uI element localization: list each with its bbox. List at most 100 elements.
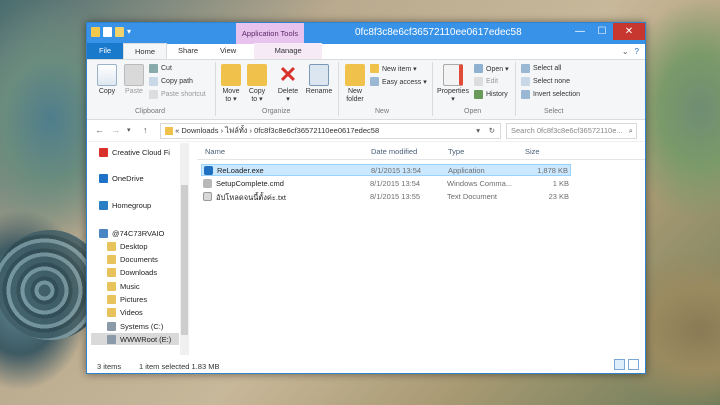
back-button[interactable]: ← [95,125,104,135]
column-header-date-modified[interactable]: Date modified [371,147,417,156]
file-row-text-document[interactable]: อัปโหลดจนนี้ตั้งค่ะ.txt 8/1/2015 13:55 T… [201,191,571,203]
help-icon[interactable]: ? [635,47,639,56]
nav-item-pictures[interactable]: Pictures [107,295,147,304]
properties-button[interactable]: Properties ▾ [436,64,470,104]
address-dropdown-icon[interactable]: ▾ [476,124,480,138]
copy-path-label: Copy path [161,78,193,85]
large-icons-view-icon[interactable] [628,359,639,370]
nav-item-this-pc[interactable]: @74C73RVAIO [99,229,164,238]
new-folder-button[interactable]: New folder [342,64,368,104]
nav-item-music[interactable]: Music [107,282,140,291]
easy-access-button[interactable]: Easy access ▾ [370,77,427,86]
column-header-name[interactable]: Name [205,147,225,156]
nav-item-homegroup[interactable]: Homegroup [99,201,151,210]
select-none-button[interactable]: Select none [521,77,570,86]
history-button[interactable]: History [474,90,508,99]
search-input[interactable]: Search 0fc8f3c8e6cf36572110e... ⌕ [506,123,637,139]
up-button[interactable]: ↑ [143,125,148,135]
breadcrumb-separator[interactable]: › [250,126,253,135]
homegroup-icon [99,201,108,210]
file-date: 8/1/2015 13:54 [370,179,421,188]
edit-button[interactable]: Edit [474,77,498,86]
copy-button[interactable]: Copy [95,64,119,96]
file-row-reloader[interactable]: ReLoader.exe 8/1/2015 13:54 Application … [201,164,571,176]
rename-icon [309,64,329,86]
divider [338,62,339,116]
recent-locations-dropdown[interactable]: ▾ [127,126,131,134]
nav-scrollbar-thumb[interactable] [181,185,188,335]
forward-button[interactable]: → [111,125,120,135]
new-item-icon [370,64,379,73]
path-overflow[interactable]: « [175,126,179,135]
breadcrumb-folder[interactable]: ไฟล์ทั้ง [225,126,247,135]
new-folder-icon[interactable] [115,27,124,37]
open-icon [474,64,483,73]
nav-scrollbar[interactable] [180,143,189,355]
file-row-setupcomplete[interactable]: SetupComplete.cmd 8/1/2015 13:54 Windows… [201,178,571,190]
properties-icon[interactable] [103,27,112,37]
refresh-button[interactable]: ↻ [489,124,495,138]
nav-item-label: Systems (C:) [120,322,164,331]
nav-item-desktop[interactable]: Desktop [107,242,148,251]
move-to-button[interactable]: Move to ▾ [220,64,242,104]
file-name: อัปโหลดจนนี้ตั้งค่ะ.txt [216,193,286,202]
select-all-button[interactable]: Select all [521,64,561,73]
tab-view[interactable]: View [209,43,247,59]
history-label: History [486,91,508,98]
column-header-type[interactable]: Type [448,147,464,156]
copy-path-button[interactable]: Copy path [149,77,193,86]
copy-to-label-2: to ▾ [251,96,263,103]
paste-shortcut-label: Paste shortcut [161,91,206,98]
minimize-button[interactable]: — [569,23,591,40]
maximize-button[interactable]: ☐ [591,23,613,40]
nav-item-documents[interactable]: Documents [107,255,158,264]
close-button[interactable]: ✕ [613,23,645,40]
nav-item-wwwroot-e[interactable]: WWWRoot (E:) [107,335,171,344]
tab-file[interactable]: File [87,43,123,59]
paste-shortcut-button[interactable]: Paste shortcut [149,90,206,99]
delete-button[interactable]: ✕ Delete ▾ [276,64,300,104]
tab-share[interactable]: Share [167,43,209,59]
breadcrumb-downloads[interactable]: Downloads [181,126,218,135]
select-all-icon [521,64,530,73]
downloads-icon [107,268,116,277]
folder-icon [91,27,100,37]
collapse-ribbon-icon[interactable]: ⌄ [622,47,629,56]
nav-item-label: Desktop [120,242,148,251]
nav-item-downloads[interactable]: Downloads [107,268,157,277]
nav-item-videos[interactable]: Videos [107,308,143,317]
move-to-label-2: to ▾ [225,96,237,103]
open-button[interactable]: Open ▾ [474,64,509,73]
nav-item-label: Pictures [120,295,148,304]
column-header-size[interactable]: Size [525,147,540,156]
move-to-label: Move [222,88,240,95]
file-type: Text Document [447,192,498,201]
tab-home[interactable]: Home [123,43,168,59]
group-open: Open [464,108,482,115]
select-none-label: Select none [533,78,570,85]
delete-label-2: ▾ [286,96,290,103]
copy-label: Copy [98,88,116,95]
address-input[interactable]: « Downloads › ไฟล์ทั้ง › 0fc8f3c8e6cf365… [160,123,501,139]
customize-toolbar-icon[interactable]: ▾ [127,27,131,37]
nav-item-systems-c[interactable]: Systems (C:) [107,322,163,331]
nav-item-onedrive[interactable]: OneDrive [99,174,144,183]
new-folder-icon [345,64,365,86]
copy-to-button[interactable]: Copy to ▾ [246,64,268,104]
cut-button[interactable]: Cut [149,64,172,73]
rename-button[interactable]: Rename [304,64,334,96]
paste-icon [124,64,144,86]
breadcrumb-current[interactable]: 0fc8f3c8e6cf36572110ee0617edec58 [254,126,379,135]
details-view-icon[interactable] [614,359,625,370]
new-folder-label: New [347,88,362,95]
invert-selection-icon [521,90,530,99]
paste-button[interactable]: Paste [122,64,146,96]
open-label: Open ▾ [486,65,509,73]
breadcrumb-separator[interactable]: › [221,126,224,135]
new-item-button[interactable]: New item ▾ [370,64,417,73]
computer-icon [99,229,108,238]
nav-item-creative-cloud[interactable]: Creative Cloud Fi [99,148,170,157]
tab-manage[interactable]: Manage [254,43,323,59]
invert-selection-button[interactable]: Invert selection [521,90,580,99]
folder-icon [165,127,173,136]
